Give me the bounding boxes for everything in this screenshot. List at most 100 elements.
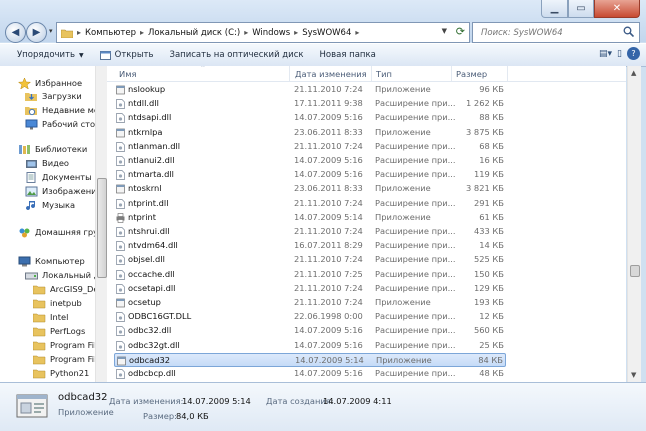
scroll-down-icon[interactable]: ▼: [631, 371, 636, 379]
breadcrumb-separator-icon[interactable]: ▸: [294, 28, 298, 37]
column-header-date[interactable]: Дата изменения: [295, 69, 367, 79]
file-name: ntmarta.dll: [128, 169, 174, 180]
file-type: Расширение при...: [375, 240, 456, 251]
file-row[interactable]: odbc32.dll 14.07.2009 5:16 Расширение при.…: [114, 324, 506, 338]
nav-item[interactable]: Изображения: [25, 184, 102, 198]
file-row[interactable]: ocsetup 21.11.2010 7:24 Приложение 193 КБ: [114, 296, 506, 310]
file-row[interactable]: objsel.dll 21.11.2010 7:24 Расширение при.…: [114, 253, 506, 267]
folder-icon: [33, 355, 46, 364]
breadcrumb-item[interactable]: Windows: [252, 28, 290, 38]
address-bar[interactable]: ▸ Компьютер ▸ Локальный диск (C:) ▸ Windows ▸ S…: [56, 22, 470, 43]
file-row[interactable]: ntlanui2.dll 14.07.2009 5:16 Расширение пр…: [114, 154, 506, 168]
file-row[interactable]: odbcad32 14.07.2009 5:14 Приложение 84 КБ: [114, 352, 506, 367]
file-date: 21.11.2010 7:24: [294, 226, 363, 236]
file-date: 17.11.2011 9:38: [294, 98, 363, 109]
view-options-icon[interactable]: ▤▾: [599, 49, 612, 59]
nav-item[interactable]: Intel: [33, 310, 68, 324]
file-row[interactable]: ntoskrnl 23.06.2011 8:33 Приложение 3 821 К…: [114, 182, 506, 196]
open-button[interactable]: Открыть: [92, 45, 162, 65]
file-row[interactable]: nslookup 21.11.2010 7:24 Приложение 96 КБ: [114, 83, 506, 97]
close-button[interactable]: ✕: [594, 0, 640, 18]
column-header-size[interactable]: Размер: [456, 69, 487, 79]
view-controls: ▤▾ ▯ ?: [599, 47, 640, 60]
nav-item-label: Музыка: [42, 200, 76, 210]
breadcrumb-item[interactable]: Локальный диск (C:): [148, 28, 240, 38]
search-icon[interactable]: [623, 26, 634, 37]
file-list-scrollbar[interactable]: ▲ ▼: [627, 66, 641, 382]
new-folder-button[interactable]: Новая папка: [312, 45, 384, 65]
column-divider[interactable]: [289, 66, 290, 81]
breadcrumb-item[interactable]: SysWOW64: [302, 28, 351, 38]
column-header-type[interactable]: Тип: [376, 69, 392, 79]
nav-item[interactable]: Документы: [25, 170, 92, 184]
nav-item[interactable]: Загрузки: [25, 89, 82, 103]
file-size: 560 КБ: [473, 325, 504, 336]
refresh-icon[interactable]: ⟳: [456, 25, 465, 38]
breadcrumb-item[interactable]: Компьютер: [85, 28, 136, 38]
help-icon[interactable]: ?: [627, 47, 640, 60]
file-name: occache.dll: [128, 268, 175, 279]
file-row[interactable]: ntlanman.dll 21.11.2010 7:24 Расширение пр…: [114, 140, 506, 154]
details-file-name: odbcad32: [58, 392, 108, 403]
documents-icon: [26, 171, 36, 183]
file-row[interactable]: odbcbcp.dll 14.07.2009 5:16 Расширение при…: [114, 367, 506, 381]
maximize-button[interactable]: ▭: [568, 0, 594, 18]
search-box[interactable]: [472, 22, 640, 43]
scrollbar-thumb[interactable]: [630, 265, 640, 277]
file-row[interactable]: ocsetapi.dll 21.11.2010 7:24 Расширение пр…: [114, 282, 506, 296]
column-header-name[interactable]: Имя: [119, 69, 136, 79]
nav-item[interactable]: Рабочий стол: [25, 117, 100, 131]
address-dropdown-icon[interactable]: ▼: [442, 27, 447, 35]
file-row[interactable]: ntkrnlpa 23.06.2011 8:33 Приложение 3 875 К…: [114, 126, 506, 140]
file-row[interactable]: ntshrui.dll 21.11.2010 7:24 Расширение при…: [114, 225, 506, 239]
nav-item-label: Загрузки: [42, 91, 82, 101]
details-size-label: Размер:: [143, 411, 177, 421]
nav-item[interactable]: inetpub: [33, 296, 82, 310]
breadcrumb-separator-icon[interactable]: ▸: [244, 28, 248, 37]
file-size: 16 КБ: [479, 155, 504, 165]
title-bar: ▁ ▭ ✕ ◀ ▶ ▾ ▸ Компьютер ▸ Локальный диск (C…: [0, 0, 646, 43]
nav-item[interactable]: Компьютер: [18, 254, 85, 268]
nav-item[interactable]: Библиотеки: [18, 142, 87, 156]
navigation-scrollbar[interactable]: [95, 66, 107, 382]
file-row[interactable]: occache.dll 21.11.2010 7:25 Расширение при…: [114, 268, 506, 282]
column-divider[interactable]: [371, 66, 372, 81]
file-date: 23.06.2011 8:33: [294, 126, 363, 137]
scroll-up-icon[interactable]: ▲: [631, 69, 636, 77]
app-icon: [116, 128, 125, 137]
file-row[interactable]: ntmarta.dll 14.07.2009 5:16 Расширение при…: [114, 168, 506, 182]
file-name: ocsetapi.dll: [128, 282, 176, 293]
file-name: ocsetup: [128, 297, 161, 307]
nav-item[interactable]: Домашняя групп: [18, 225, 106, 239]
nav-item[interactable]: Видео: [25, 156, 69, 170]
file-row[interactable]: odbc32gt.dll 14.07.2009 5:16 Расширение пр…: [114, 339, 506, 353]
file-row[interactable]: ntvdm64.dll 16.07.2011 8:29 Расширение при…: [114, 239, 506, 253]
back-button[interactable]: ◀: [5, 22, 26, 43]
burn-button[interactable]: Записать на оптический диск: [162, 45, 312, 65]
details-size-value: 84,0 КБ: [176, 411, 209, 421]
preview-pane-icon[interactable]: ▯: [617, 49, 622, 59]
history-dropdown-icon[interactable]: ▾: [49, 27, 53, 35]
file-row[interactable]: ntdsapi.dll 14.07.2009 5:16 Расширение при…: [114, 111, 506, 125]
file-row[interactable]: ntdll.dll 17.11.2011 9:38 Расширение при..…: [114, 97, 506, 111]
nav-item-label: Python21: [50, 368, 90, 378]
column-divider[interactable]: [451, 66, 452, 81]
file-row[interactable]: ntprint.dll 21.11.2010 7:24 Расширение при…: [114, 197, 506, 211]
file-name: odbcad32: [129, 354, 171, 365]
nav-item[interactable]: Музыка: [25, 198, 75, 212]
column-divider[interactable]: [507, 66, 508, 81]
forward-button[interactable]: ▶: [26, 22, 47, 43]
file-row[interactable]: ODBC16GT.DLL 22.06.1998 0:00 Расширение пр…: [114, 310, 506, 324]
nav-item[interactable]: PerfLogs: [33, 324, 85, 338]
file-row[interactable]: ntprint 14.07.2009 5:14 Приложение 61 КБ: [114, 211, 506, 225]
dll-icon: [116, 255, 125, 266]
scrollbar-thumb[interactable]: [97, 178, 107, 278]
nav-item-label: Рабочий стол: [42, 119, 101, 129]
nav-item[interactable]: Python21: [33, 366, 89, 380]
search-input[interactable]: [479, 26, 623, 39]
nav-item[interactable]: Избранное: [18, 76, 82, 90]
minimize-button[interactable]: ▁: [541, 0, 568, 18]
organize-button[interactable]: Упорядочить ▼: [9, 45, 92, 65]
breadcrumb-separator-icon[interactable]: ▸: [355, 28, 359, 37]
breadcrumb-separator-icon[interactable]: ▸: [140, 28, 144, 37]
